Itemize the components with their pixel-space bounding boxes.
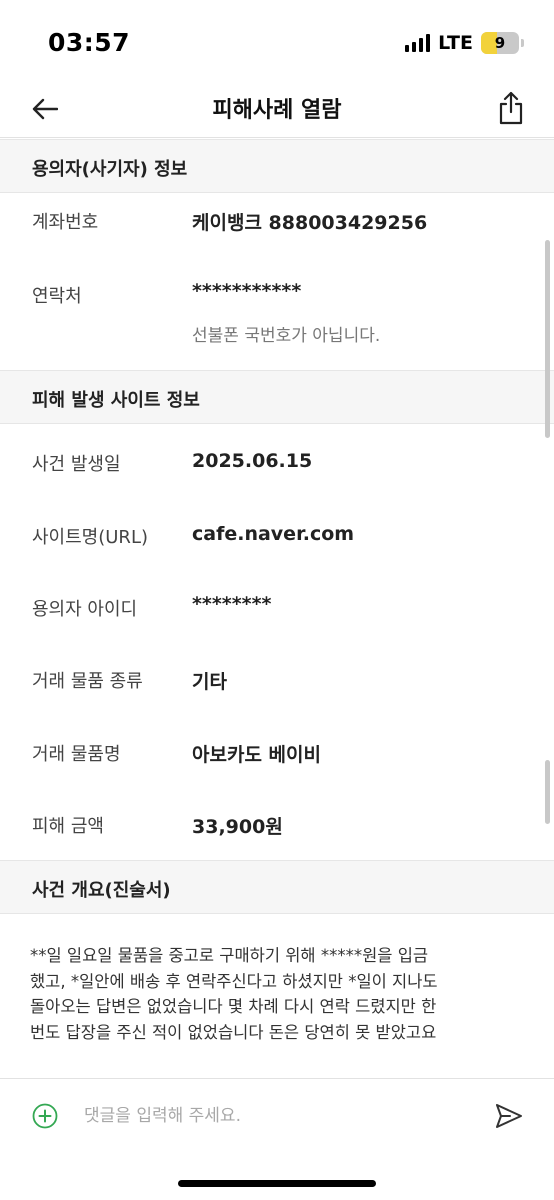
status-indicators: LTE 9 (405, 32, 524, 54)
section-title: 용의자(사기자) 정보 (32, 159, 188, 180)
status-time: 03:57 (48, 28, 131, 57)
share-button[interactable] (494, 88, 528, 128)
scrollbar-secondary[interactable] (545, 760, 550, 824)
statement-line: 돌아오는 답변은 없었습니다 몇 차례 다시 연락 드렸지만 한 (30, 997, 437, 1016)
contact-value: *********** (192, 280, 302, 302)
site-section-header: 피해 발생 사이트 정보 (0, 370, 554, 424)
network-type: LTE (438, 32, 473, 54)
site-url-value: cafe.naver.com (192, 523, 355, 545)
section-title: 사건 개요(진술서) (32, 880, 171, 901)
add-circle-icon[interactable] (32, 1103, 58, 1129)
account-value: 케이뱅크 888003429256 (192, 212, 428, 234)
contact-note: 선불폰 국번호가 아닙니다. (192, 326, 381, 346)
summary-section-header: 사건 개요(진술서) (0, 860, 554, 914)
contact-label: 연락처 (32, 286, 82, 307)
battery-level: 9 (494, 34, 506, 52)
nav-bar: 피해사례 열람 (0, 80, 554, 138)
share-icon (499, 91, 523, 125)
send-icon[interactable] (494, 1101, 524, 1131)
statement-line: 번도 답장을 주신 적이 없었습니다 돈은 당연히 못 받았고요 (30, 1022, 437, 1042)
site-url-label: 사이트명(URL) (32, 527, 148, 548)
suspect-id-label: 용의자 아이디 (32, 599, 138, 620)
statement-text: **일 일요일 물품을 중고로 구매하기 위해 *****원을 입금 했고, *… (30, 943, 526, 1045)
home-indicator[interactable] (178, 1180, 376, 1187)
statement-line: 했고, *일안에 배송 후 연락주신다고 하셨지만 *일이 지나도 (30, 971, 438, 991)
comment-input[interactable] (84, 1097, 464, 1135)
account-label: 계좌번호 (32, 212, 99, 233)
damage-amount-value: 33,900원 (192, 816, 283, 838)
suspect-id-value: ******** (192, 593, 272, 615)
scrollbar[interactable] (545, 240, 550, 438)
damage-amount-label: 피해 금액 (32, 816, 104, 837)
comment-bar (0, 1078, 554, 1154)
statement-line: **일 일요일 물품을 중고로 구매하기 위해 *****원을 입금 (30, 946, 429, 965)
page-title: 피해사례 열람 (212, 98, 342, 123)
incident-date-label: 사건 발생일 (32, 454, 121, 475)
status-bar: 03:57 LTE 9 (0, 0, 554, 80)
item-type-label: 거래 물품 종류 (32, 671, 143, 692)
suspect-section-header: 용의자(사기자) 정보 (0, 139, 554, 193)
battery-icon: 9 (481, 32, 519, 54)
item-name-label: 거래 물품명 (32, 744, 121, 765)
incident-date-value: 2025.06.15 (192, 450, 313, 472)
item-name-value: 아보카도 베이비 (192, 744, 321, 766)
item-type-value: 기타 (192, 671, 227, 693)
section-title: 피해 발생 사이트 정보 (32, 390, 200, 411)
battery-cap (521, 39, 524, 47)
signal-icon (405, 34, 431, 52)
